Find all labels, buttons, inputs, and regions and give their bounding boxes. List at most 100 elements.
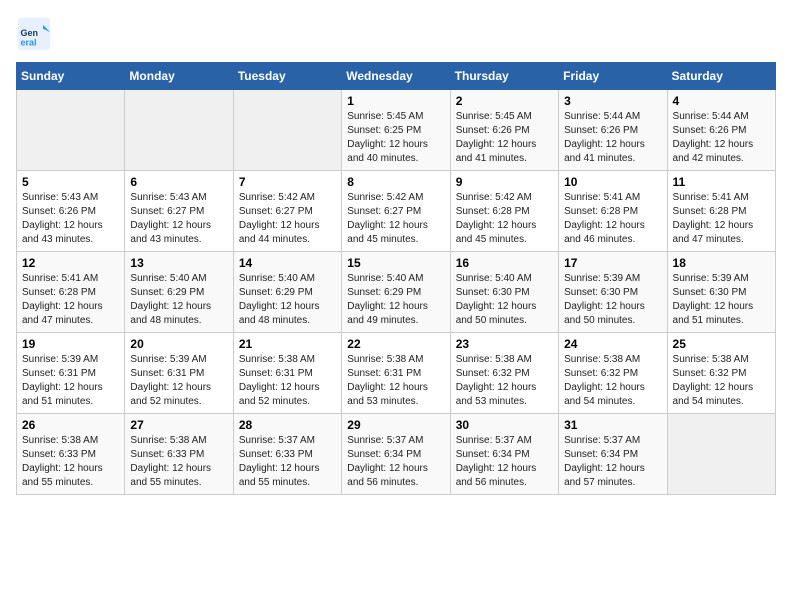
calendar-cell: 27 Sunrise: 5:38 AM Sunset: 6:33 PM Dayli… (125, 414, 233, 495)
calendar-cell: 15 Sunrise: 5:40 AM Sunset: 6:29 PM Dayli… (342, 252, 450, 333)
calendar-cell: 13 Sunrise: 5:40 AM Sunset: 6:29 PM Dayli… (125, 252, 233, 333)
calendar-cell: 3 Sunrise: 5:44 AM Sunset: 6:26 PM Daylig… (559, 90, 667, 171)
day-info: Sunrise: 5:41 AM Sunset: 6:28 PM Dayligh… (22, 272, 119, 328)
svg-text:eral: eral (21, 38, 37, 48)
day-info: Sunrise: 5:40 AM Sunset: 6:29 PM Dayligh… (130, 272, 227, 328)
day-number: 22 (347, 337, 444, 351)
calendar-cell (233, 90, 341, 171)
day-info: Sunrise: 5:37 AM Sunset: 6:34 PM Dayligh… (564, 434, 661, 490)
calendar-cell: 23 Sunrise: 5:38 AM Sunset: 6:32 PM Dayli… (450, 333, 558, 414)
day-number: 8 (347, 175, 444, 189)
calendar-cell: 26Sunrise: 5:38 AM Sunset: 6:33 PM Dayli… (17, 414, 125, 495)
weekday-header: Sunday (17, 63, 125, 90)
day-info: Sunrise: 5:38 AM Sunset: 6:33 PM Dayligh… (130, 434, 227, 490)
day-number: 29 (347, 418, 444, 432)
day-info: Sunrise: 5:39 AM Sunset: 6:30 PM Dayligh… (673, 272, 770, 328)
day-info: Sunrise: 5:38 AM Sunset: 6:32 PM Dayligh… (564, 353, 661, 409)
day-number: 11 (673, 175, 770, 189)
calendar-cell: 29 Sunrise: 5:37 AM Sunset: 6:34 PM Dayli… (342, 414, 450, 495)
day-info: Sunrise: 5:40 AM Sunset: 6:29 PM Dayligh… (239, 272, 336, 328)
day-number: 24 (564, 337, 661, 351)
calendar-cell: 14 Sunrise: 5:40 AM Sunset: 6:29 PM Dayli… (233, 252, 341, 333)
day-info: Sunrise: 5:39 AM Sunset: 6:31 PM Dayligh… (22, 353, 119, 409)
day-number: 9 (456, 175, 553, 189)
calendar-cell: 9 Sunrise: 5:42 AM Sunset: 6:28 PM Daylig… (450, 171, 558, 252)
day-info: Sunrise: 5:41 AM Sunset: 6:28 PM Dayligh… (673, 191, 770, 247)
day-number: 27 (130, 418, 227, 432)
calendar-week-row: 5 Sunrise: 5:43 AM Sunset: 6:26 PM Daylig… (17, 171, 776, 252)
calendar-cell (667, 414, 775, 495)
day-number: 26 (22, 418, 119, 432)
day-info: Sunrise: 5:42 AM Sunset: 6:28 PM Dayligh… (456, 191, 553, 247)
calendar-week-row: 1 Sunrise: 5:45 AM Sunset: 6:25 PM Daylig… (17, 90, 776, 171)
day-info: Sunrise: 5:40 AM Sunset: 6:30 PM Dayligh… (456, 272, 553, 328)
day-info: Sunrise: 5:38 AM Sunset: 6:32 PM Dayligh… (456, 353, 553, 409)
logo-icon: Gen eral (16, 16, 52, 52)
calendar-cell: 18 Sunrise: 5:39 AM Sunset: 6:30 PM Dayli… (667, 252, 775, 333)
day-number: 30 (456, 418, 553, 432)
day-info: Sunrise: 5:38 AM Sunset: 6:31 PM Dayligh… (347, 353, 444, 409)
calendar-cell: 21Sunrise: 5:38 AM Sunset: 6:31 PM Dayli… (233, 333, 341, 414)
calendar-cell: 24 Sunrise: 5:38 AM Sunset: 6:32 PM Dayli… (559, 333, 667, 414)
day-info: Sunrise: 5:44 AM Sunset: 6:26 PM Dayligh… (673, 110, 770, 166)
day-info: Sunrise: 5:44 AM Sunset: 6:26 PM Dayligh… (564, 110, 661, 166)
calendar-header-row: SundayMondayTuesdayWednesdayThursdayFrid… (17, 63, 776, 90)
day-info: Sunrise: 5:40 AM Sunset: 6:29 PM Dayligh… (347, 272, 444, 328)
calendar-week-row: 26 Sunrise: 5:38 AM Sunset: 6:33 PM Dayli… (17, 414, 776, 495)
day-info: Sunrise: 5:39 AM Sunset: 6:30 PM Dayligh… (564, 272, 661, 328)
calendar-body: 1 Sunrise: 5:45 AM Sunset: 6:25 PM Daylig… (17, 90, 776, 495)
weekday-header: Tuesday (233, 63, 341, 90)
calendar-cell: 30Sunrise: 5:37 AM Sunset: 6:34 PM Dayli… (450, 414, 558, 495)
weekday-header: Monday (125, 63, 233, 90)
day-number: 16 (456, 256, 553, 270)
calendar-cell (125, 90, 233, 171)
day-info: Sunrise: 5:38 AM Sunset: 6:32 PM Dayligh… (673, 353, 770, 409)
calendar-cell: 20 Sunrise: 5:39 AM Sunset: 6:31 PM Dayli… (125, 333, 233, 414)
weekday-header: Thursday (450, 63, 558, 90)
calendar-cell: 10Sunrise: 5:41 AM Sunset: 6:28 PM Dayli… (559, 171, 667, 252)
day-number: 14 (239, 256, 336, 270)
day-number: 17 (564, 256, 661, 270)
calendar-cell: 28 Sunrise: 5:37 AM Sunset: 6:33 PM Dayli… (233, 414, 341, 495)
calendar-cell: 17 Sunrise: 5:39 AM Sunset: 6:30 PM Dayli… (559, 252, 667, 333)
weekday-header: Wednesday (342, 63, 450, 90)
day-info: Sunrise: 5:45 AM Sunset: 6:25 PM Dayligh… (347, 110, 444, 166)
calendar-cell: 2 Sunrise: 5:45 AM Sunset: 6:26 PM Daylig… (450, 90, 558, 171)
day-number: 23 (456, 337, 553, 351)
day-info: Sunrise: 5:43 AM Sunset: 6:26 PM Dayligh… (22, 191, 119, 247)
day-number: 28 (239, 418, 336, 432)
day-number: 15 (347, 256, 444, 270)
calendar-week-row: 19Sunrise: 5:39 AM Sunset: 6:31 PM Dayli… (17, 333, 776, 414)
calendar-cell: 25 Sunrise: 5:38 AM Sunset: 6:32 PM Dayli… (667, 333, 775, 414)
day-number: 6 (130, 175, 227, 189)
day-number: 25 (673, 337, 770, 351)
day-info: Sunrise: 5:45 AM Sunset: 6:26 PM Dayligh… (456, 110, 553, 166)
weekday-header: Friday (559, 63, 667, 90)
calendar-cell: 19Sunrise: 5:39 AM Sunset: 6:31 PM Dayli… (17, 333, 125, 414)
calendar-cell: 11 Sunrise: 5:41 AM Sunset: 6:28 PM Dayli… (667, 171, 775, 252)
calendar-week-row: 12 Sunrise: 5:41 AM Sunset: 6:28 PM Dayli… (17, 252, 776, 333)
logo: Gen eral (16, 16, 56, 52)
day-number: 3 (564, 94, 661, 108)
day-info: Sunrise: 5:37 AM Sunset: 6:33 PM Dayligh… (239, 434, 336, 490)
day-number: 2 (456, 94, 553, 108)
calendar-cell: 31Sunrise: 5:37 AM Sunset: 6:34 PM Dayli… (559, 414, 667, 495)
day-number: 10 (564, 175, 661, 189)
calendar-cell: 7Sunrise: 5:42 AM Sunset: 6:27 PM Daylig… (233, 171, 341, 252)
day-info: Sunrise: 5:42 AM Sunset: 6:27 PM Dayligh… (239, 191, 336, 247)
day-number: 5 (22, 175, 119, 189)
day-number: 13 (130, 256, 227, 270)
weekday-header: Saturday (667, 63, 775, 90)
day-number: 1 (347, 94, 444, 108)
day-info: Sunrise: 5:38 AM Sunset: 6:31 PM Dayligh… (239, 353, 336, 409)
day-number: 18 (673, 256, 770, 270)
day-info: Sunrise: 5:39 AM Sunset: 6:31 PM Dayligh… (130, 353, 227, 409)
day-number: 20 (130, 337, 227, 351)
day-info: Sunrise: 5:37 AM Sunset: 6:34 PM Dayligh… (347, 434, 444, 490)
day-number: 4 (673, 94, 770, 108)
day-number: 12 (22, 256, 119, 270)
calendar-cell (17, 90, 125, 171)
day-info: Sunrise: 5:42 AM Sunset: 6:27 PM Dayligh… (347, 191, 444, 247)
calendar-cell: 4 Sunrise: 5:44 AM Sunset: 6:26 PM Daylig… (667, 90, 775, 171)
calendar-cell: 1 Sunrise: 5:45 AM Sunset: 6:25 PM Daylig… (342, 90, 450, 171)
